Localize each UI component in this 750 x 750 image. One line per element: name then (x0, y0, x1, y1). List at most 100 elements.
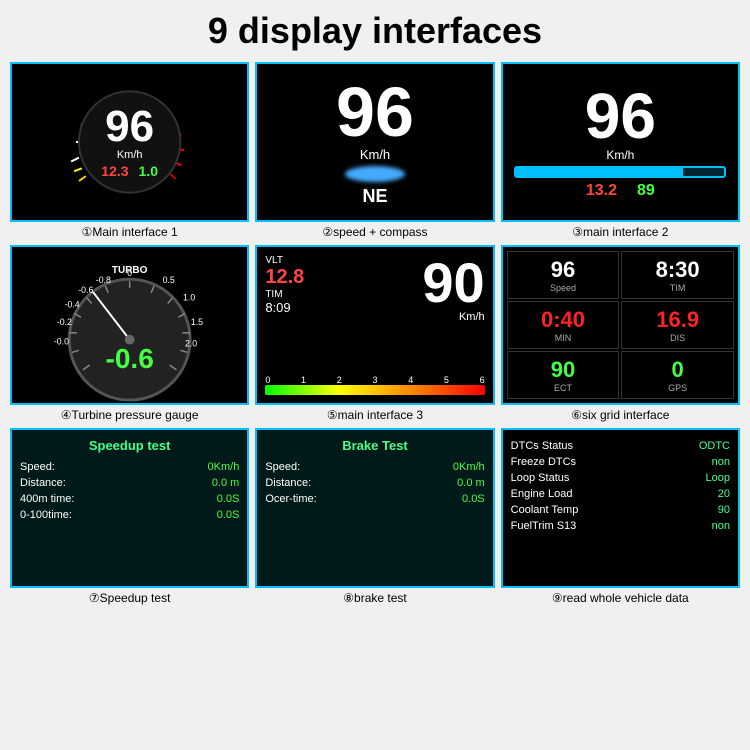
compass-shape (345, 166, 405, 182)
turbo-value: -0.6 (106, 343, 154, 375)
svg-text:2.0: 2.0 (185, 338, 197, 348)
display-7: Speedup test Speed: 0Km/h Distance: 0.0 … (10, 428, 249, 588)
turbo-label: TURBO (112, 265, 148, 276)
vehicle-val-3: Loop (706, 472, 730, 484)
bar-numbers: 0 1 2 3 4 5 6 (265, 375, 484, 385)
caption-4: ④Turbine pressure gauge (61, 408, 199, 422)
vehicle-row-3: Loop Status Loop (511, 472, 730, 484)
display-9: DTCs Status ODTC Freeze DTCs non Loop St… (501, 428, 740, 588)
brake-row-2: Distance: 0.0 m (265, 477, 484, 489)
vehicle-row-5: Coolant Temp 90 (511, 504, 730, 516)
speedup-row-3: 400m time: 0.0S (20, 493, 239, 505)
cell-8: Brake Test Speed: 0Km/h Distance: 0.0 m … (255, 428, 494, 605)
speed-value-5: 90 (422, 255, 484, 311)
grid-tim-val: 8:30 (656, 257, 700, 283)
svg-text:-0.4: -0.4 (65, 299, 80, 309)
speedup-key-1: Speed: (20, 461, 55, 473)
brake-key-1: Speed: (265, 461, 300, 473)
vehicle-key-6: FuelTrim S13 (511, 520, 577, 532)
sub-val-3a: 13.2 (586, 182, 617, 200)
cell-9: DTCs Status ODTC Freeze DTCs non Loop St… (501, 428, 740, 605)
cell-3: 96 Km/h 13.2 89 ③main interface 2 (501, 62, 740, 239)
sub-val-3b: 89 (637, 182, 655, 200)
speedup-row-1: Speed: 0Km/h (20, 461, 239, 473)
tim-label: TIM (265, 289, 304, 300)
d5-top-row: VLT 12.8 TIM 8:09 90 Km/h (265, 255, 484, 323)
six-grid: 96 Speed 8:30 TIM 0:40 MIN 16.9 DIS 90 (503, 247, 738, 403)
vehicle-key-3: Loop Status (511, 472, 570, 484)
compass-direction: NE (362, 186, 387, 207)
caption-7: ⑦Speedup test (89, 591, 170, 605)
display-2: 96 Km/h NE (255, 62, 494, 222)
grid-cell-tim: 8:30 TIM (621, 251, 734, 299)
display-6: 96 Speed 8:30 TIM 0:40 MIN 16.9 DIS 90 (501, 245, 740, 405)
grid-dis-val: 16.9 (656, 307, 699, 333)
speedup-val-2: 0.0 m (212, 477, 240, 489)
speedup-title: Speedup test (89, 438, 171, 453)
grid-cell-dis: 16.9 DIS (621, 301, 734, 349)
svg-text:1.5: 1.5 (191, 317, 203, 327)
display-5: VLT 12.8 TIM 8:09 90 Km/h 0 1 2 3 4 5 (255, 245, 494, 405)
cell-1: ticks go here (10, 62, 249, 239)
vlt-label: VLT (265, 255, 304, 266)
svg-text:-0.0: -0.0 (54, 337, 69, 347)
cell-5: VLT 12.8 TIM 8:09 90 Km/h 0 1 2 3 4 5 (255, 245, 494, 422)
display-grid: ticks go here (10, 62, 740, 605)
grid-min-label: MIN (555, 333, 572, 343)
display-1: ticks go here (10, 62, 249, 222)
vlt-value: 12.8 (265, 266, 304, 289)
svg-text:-0.2: -0.2 (57, 317, 72, 327)
sub-val-1b: 1.0 (139, 163, 158, 179)
unit-3: Km/h (606, 148, 634, 162)
brake-val-1: 0Km/h (453, 461, 485, 473)
speedup-key-4: 0-100time: (20, 509, 72, 521)
grid-speed-val: 96 (551, 257, 575, 283)
brake-row-1: Speed: 0Km/h (265, 461, 484, 473)
grid-ect-val: 90 (551, 357, 575, 383)
speed-value-2: 96 (336, 77, 414, 147)
vehicle-row-6: FuelTrim S13 non (511, 520, 730, 532)
unit-1: Km/h (117, 149, 143, 161)
vehicle-key-1: DTCs Status (511, 440, 573, 452)
vehicle-key-4: Engine Load (511, 488, 573, 500)
grid-tim-label: TIM (670, 283, 686, 293)
speed-bar (514, 166, 726, 178)
speedup-row-2: Distance: 0.0 m (20, 477, 239, 489)
display-4: -0.0 -0.2 -0.4 -0.6 -0.8 0 0.5 1.0 1.5 2… (10, 245, 249, 405)
cell-4: -0.0 -0.2 -0.4 -0.6 -0.8 0 0.5 1.0 1.5 2… (10, 245, 249, 422)
grid-cell-ect: 90 ECT (507, 351, 620, 399)
grid-min-val: 0:40 (541, 307, 585, 333)
unit-5: Km/h (459, 311, 485, 323)
brake-key-2: Distance: (265, 477, 311, 489)
grid-cell-gps: 0 GPS (621, 351, 734, 399)
brake-title: Brake Test (342, 438, 408, 453)
page-title: 9 display interfaces (208, 10, 542, 52)
vehicle-val-4: 20 (718, 488, 730, 500)
caption-3: ③main interface 2 (572, 225, 668, 239)
color-bar (265, 385, 484, 395)
grid-dis-label: DIS (670, 333, 685, 343)
speedup-val-1: 0Km/h (208, 461, 240, 473)
brake-val-2: 0.0 m (457, 477, 485, 489)
speedup-val-4: 0.0S (217, 509, 240, 521)
grid-ect-label: ECT (554, 383, 572, 393)
vlt-section: VLT 12.8 TIM 8:09 (265, 255, 304, 315)
speed-bar-fill (516, 168, 682, 176)
sub-val-1a: 12.3 (101, 163, 128, 179)
svg-text:1.0: 1.0 (183, 293, 195, 303)
grid-gps-val: 0 (672, 357, 684, 383)
svg-text:0.5: 0.5 (163, 275, 175, 285)
vehicle-val-1: ODTC (699, 440, 730, 452)
speedup-val-3: 0.0S (217, 493, 240, 505)
speedup-key-3: 400m time: (20, 493, 74, 505)
caption-9: ⑨read whole vehicle data (552, 591, 689, 605)
brake-val-3: 0.0S (462, 493, 485, 505)
grid-speed-label: Speed (550, 283, 576, 293)
svg-text:-0.6: -0.6 (78, 285, 93, 295)
vehicle-val-2: non (712, 456, 730, 468)
brake-row-3: Ocer-time: 0.0S (265, 493, 484, 505)
tim-value: 8:09 (265, 300, 304, 315)
caption-1: ①Main interface 1 (82, 225, 178, 239)
display-8: Brake Test Speed: 0Km/h Distance: 0.0 m … (255, 428, 494, 588)
vehicle-row-4: Engine Load 20 (511, 488, 730, 500)
